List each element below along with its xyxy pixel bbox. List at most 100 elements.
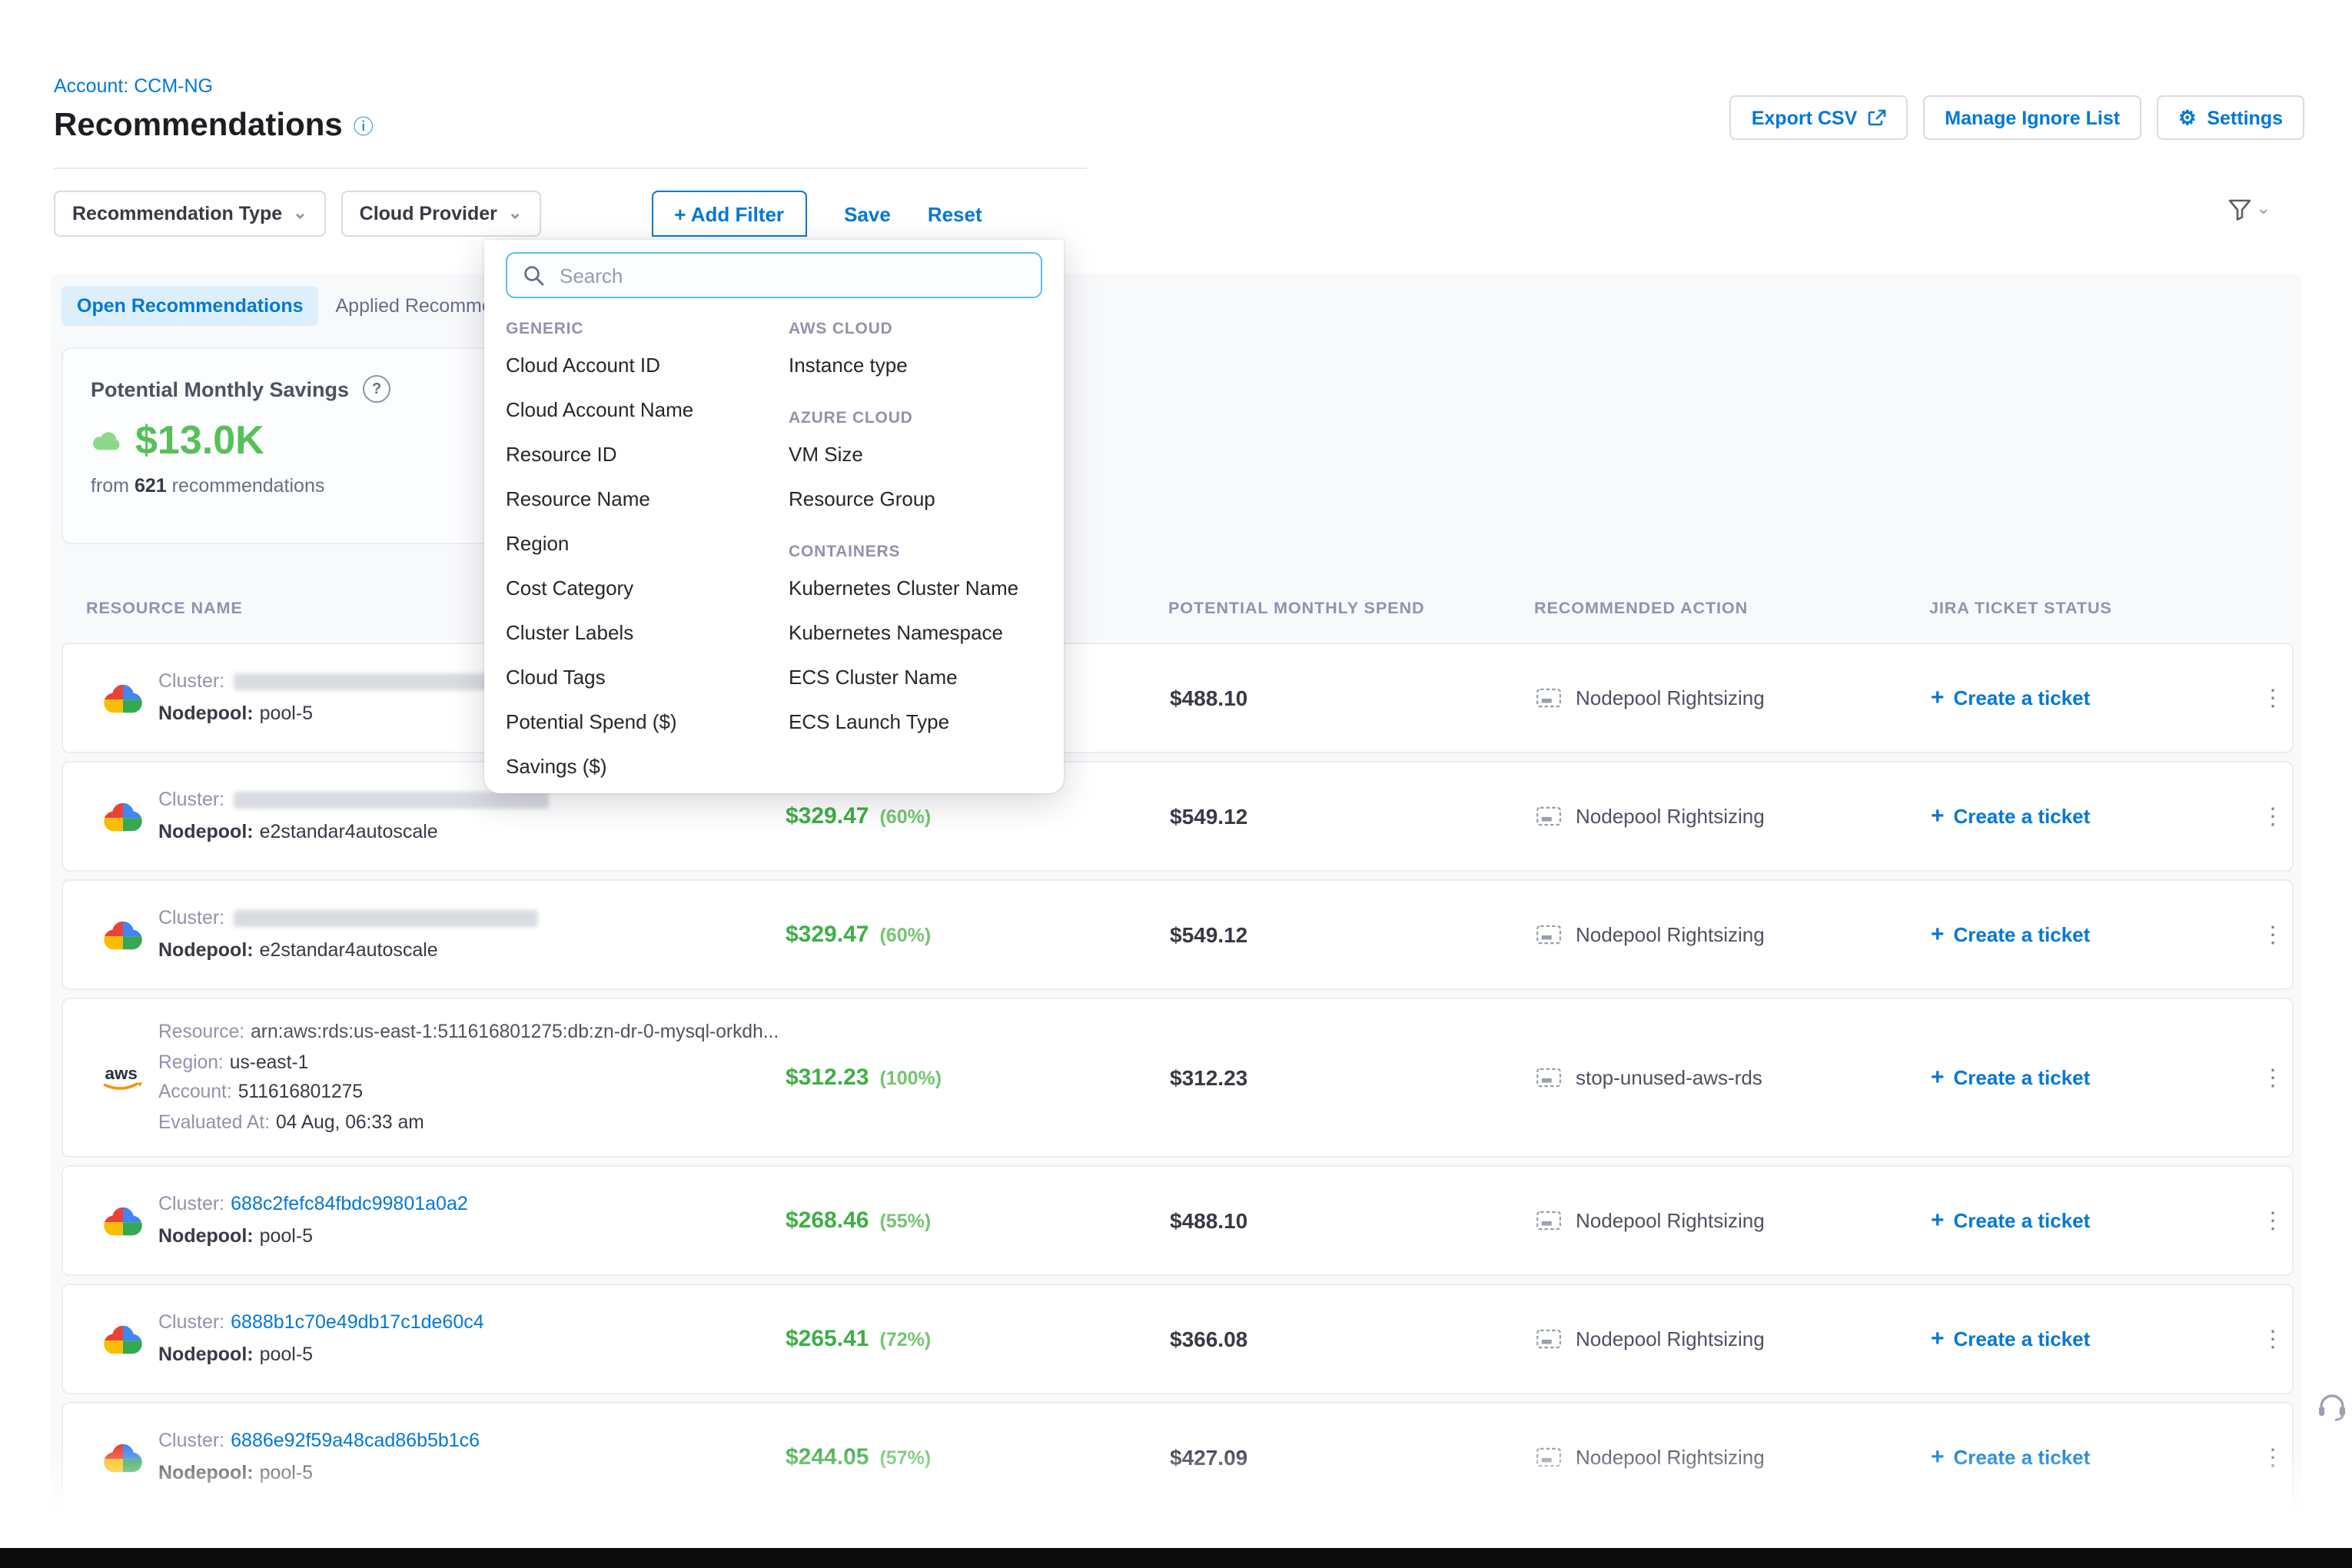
filter-option[interactable]: Cloud Tags [506,655,789,699]
table-row[interactable]: aws Resource:arn:aws:rds:us-east-1:51161… [61,998,2294,1158]
action-label: Nodepool Rightsizing [1576,1209,1765,1232]
tab-open-recommendations[interactable]: Open Recommendations [61,286,319,326]
cluster-link[interactable]: 6886e92f59a48cad86b5b1c6 [231,1430,480,1451]
add-filter-dropdown: GENERIC Cloud Account ID Cloud Account N… [484,240,1064,793]
cluster-link[interactable]: 688c2fefc84fbdc99801a0a2 [231,1193,468,1214]
recommendations-list: Cluster: Nodepool:pool-5 $488.10 Nodepoo… [61,643,2294,1516]
filter-option[interactable]: ECS Cluster Name [789,655,1042,699]
filter-option[interactable]: ECS Launch Type [789,699,1042,744]
rightsizing-icon [1536,806,1562,826]
support-headset-icon[interactable] [2317,1393,2347,1422]
recommendation-type-label: Recommendation Type [72,203,282,224]
export-csv-button[interactable]: Export CSV [1730,95,1909,140]
filter-option[interactable]: Cloud Account Name [506,387,789,432]
cluster-link[interactable]: 6888b1c70e49db17c1de60c4 [231,1311,484,1333]
resource-info: Cluster: Nodepool:e2standar4autoscale [158,784,549,849]
kebab-menu-icon[interactable]: ⋮ [2252,1201,2294,1241]
nodepool-value: e2standar4autoscale [260,821,438,842]
filter-option-columns: GENERIC Cloud Account ID Cloud Account N… [506,298,1042,789]
kebab-menu-icon[interactable]: ⋮ [2252,1058,2294,1098]
plus-icon: + [1931,686,1945,709]
filter-option[interactable]: Potential Spend ($) [506,699,789,744]
kebab-menu-icon[interactable]: ⋮ [2252,915,2294,955]
plus-icon: + [1931,1327,1945,1350]
potential-monthly-spend: $366.08 [1170,1327,1247,1351]
rightsizing-icon [1536,925,1562,945]
rightsizing-icon [1536,1211,1562,1231]
add-filter-button[interactable]: + Add Filter [651,191,807,237]
recommended-action: Nodepool Rightsizing [1536,923,1765,946]
table-row[interactable]: Cluster: 6886e92f59a48cad86b5b1c6 Nodepoo… [61,1402,2294,1513]
redacted-cluster-name [234,792,549,809]
table-row[interactable]: Cluster: Nodepool:e2standar4autoscale $3… [61,761,2294,872]
table-row[interactable]: Cluster:6888b1c70e49db17c1de60c4 Nodepoo… [61,1284,2294,1394]
filter-column-generic: GENERIC Cloud Account ID Cloud Account N… [506,298,789,789]
cloud-provider-label: Cloud Provider [360,203,497,224]
nodepool-label: Nodepool: [158,939,254,961]
region-value: us-east-1 [230,1051,309,1072]
potential-monthly-spend: $549.12 [1170,922,1247,947]
rightsizing-icon [1536,688,1562,708]
filter-option[interactable]: Kubernetes Namespace [789,610,1042,655]
gcp-icon [94,1440,152,1474]
table-row[interactable]: Cluster: Nodepool:e2standar4autoscale $3… [61,879,2294,990]
cloud-provider-filter[interactable]: Cloud Provider ⌄ [341,191,541,237]
settings-label: Settings [2207,107,2283,128]
filter-group-title: CONTAINERS [789,543,1042,561]
app-window: Account: CCM-NG Recommendations ⓘ Export… [0,0,2352,1568]
recommendation-type-filter[interactable]: Recommendation Type ⌄ [54,191,326,237]
create-ticket-button[interactable]: + Create a ticket [1931,1327,2090,1350]
create-ticket-label: Create a ticket [1954,805,2091,828]
rightsizing-icon [1536,1329,1562,1349]
save-filter-link[interactable]: Save [844,202,891,225]
filter-option[interactable]: Instance type [789,343,1042,387]
kebab-menu-icon[interactable]: ⋮ [2252,1319,2294,1359]
nodepool-label: Nodepool: [158,821,254,842]
filter-option[interactable]: Cost Category [506,566,789,610]
filter-option[interactable]: VM Size [789,432,1042,477]
svg-text:aws: aws [105,1064,138,1083]
settings-button[interactable]: ⚙ Settings [2157,95,2304,140]
filter-option[interactable]: Resource Group [789,477,1042,521]
help-icon[interactable]: ? [363,375,390,403]
plus-icon: + [1931,1066,1945,1089]
cluster-label: Cluster: [158,1311,224,1333]
kebab-menu-icon[interactable]: ⋮ [2252,796,2294,836]
page-title: Recommendations [54,108,343,145]
reset-filter-link[interactable]: Reset [928,202,982,225]
create-ticket-button[interactable]: + Create a ticket [1931,1209,2090,1232]
filter-option[interactable]: Region [506,521,789,566]
green-cloud-icon [91,429,123,452]
info-icon[interactable]: ⓘ [354,116,374,136]
nodepool-value: pool-5 [260,1462,314,1483]
filter-option[interactable]: Savings ($) [506,744,789,789]
create-ticket-button[interactable]: + Create a ticket [1931,1066,2090,1089]
create-ticket-button[interactable]: + Create a ticket [1931,805,2090,828]
kebab-menu-icon[interactable]: ⋮ [2252,678,2294,718]
potential-monthly-spend: $549.12 [1170,804,1247,829]
action-label: Nodepool Rightsizing [1576,686,1765,709]
redacted-cluster-name [234,673,526,690]
filter-option[interactable]: Cloud Account ID [506,343,789,387]
table-row[interactable]: Cluster: Nodepool:pool-5 $488.10 Nodepoo… [61,643,2294,753]
filter-panel-toggle[interactable]: ⌄ [2227,198,2271,221]
create-ticket-button[interactable]: + Create a ticket [1931,923,2090,946]
breadcrumb-account-link[interactable]: Account: CCM-NG [54,75,213,97]
export-csv-label: Export CSV [1752,107,1858,128]
potential-monthly-savings: $329.47 (60%) [786,803,931,829]
cluster-label: Cluster: [158,1430,224,1451]
filter-option[interactable]: Cluster Labels [506,610,789,655]
header-actions: Export CSV Manage Ignore List ⚙ Settings [1730,95,2304,140]
filter-option[interactable]: Kubernetes Cluster Name [789,566,1042,610]
nodepool-value: pool-5 [260,1344,314,1365]
action-label: Nodepool Rightsizing [1576,805,1765,828]
filter-option[interactable]: Resource Name [506,477,789,521]
table-row[interactable]: Cluster:688c2fefc84fbdc99801a0a2 Nodepoo… [61,1165,2294,1276]
manage-ignore-list-button[interactable]: Manage Ignore List [1923,95,2141,140]
filter-option[interactable]: Resource ID [506,432,789,477]
kebab-menu-icon[interactable]: ⋮ [2252,1437,2294,1477]
create-ticket-button[interactable]: + Create a ticket [1931,686,2090,709]
search-input[interactable] [556,262,1025,288]
create-ticket-button[interactable]: + Create a ticket [1931,1446,2090,1469]
recommended-action: Nodepool Rightsizing [1536,1446,1765,1469]
